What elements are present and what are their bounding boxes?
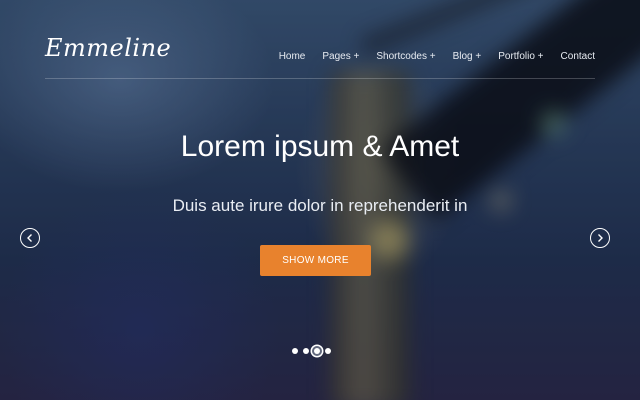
slider-next-button[interactable] (590, 228, 610, 248)
nav-item-pages[interactable]: Pages + (322, 51, 359, 62)
show-more-button[interactable]: SHOW MORE (260, 245, 371, 276)
site-logo[interactable]: Emmeline (45, 34, 171, 62)
slider-prev-button[interactable] (20, 228, 40, 248)
main-nav: Home Pages + Shortcodes + Blog + Portfol… (262, 51, 595, 62)
slider-pagination (292, 348, 331, 354)
nav-item-home[interactable]: Home (279, 51, 306, 62)
slider-dot[interactable] (292, 348, 298, 354)
slider-dot[interactable] (303, 348, 309, 354)
site-header: Emmeline Home Pages + Shortcodes + Blog … (45, 0, 595, 79)
chevron-left-icon (27, 234, 32, 242)
hero-subtitle: Duis aute irure dolor in reprehenderit i… (172, 196, 468, 215)
chevron-right-icon (598, 234, 603, 242)
nav-item-contact[interactable]: Contact (561, 51, 595, 62)
nav-item-shortcodes[interactable]: Shortcodes + (376, 51, 435, 62)
hero-title: Lorem ipsum & Amet (180, 130, 460, 163)
slider-dot[interactable] (325, 348, 331, 354)
nav-item-portfolio[interactable]: Portfolio + (498, 51, 543, 62)
nav-item-blog[interactable]: Blog + (453, 51, 482, 62)
slider-dot[interactable] (314, 348, 320, 354)
